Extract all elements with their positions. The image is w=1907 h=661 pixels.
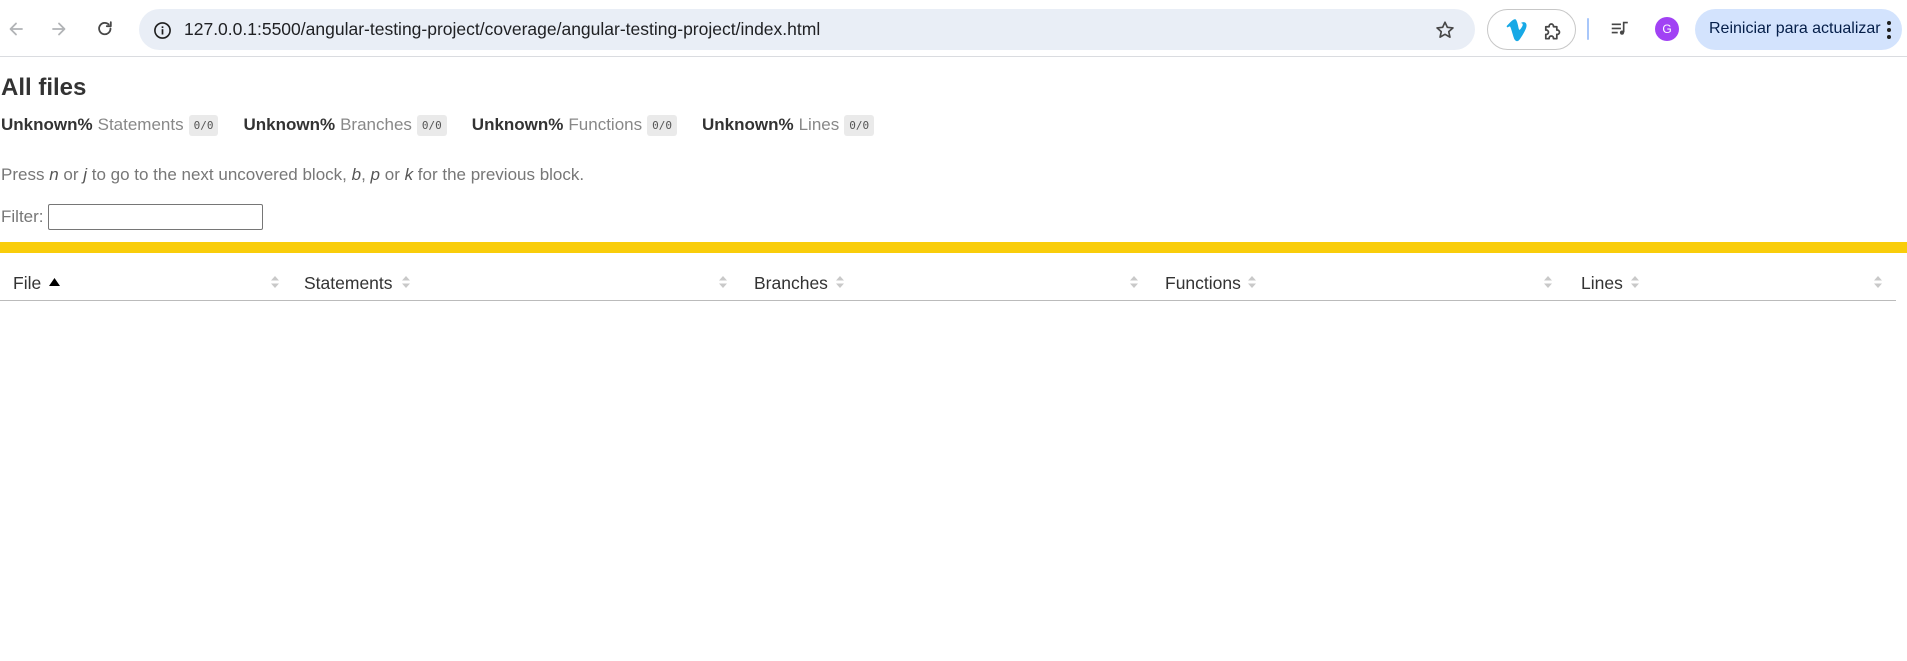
media-controls-button[interactable] (1607, 16, 1633, 42)
metric-branches: Unknown% Branches 0/0 (243, 114, 447, 136)
sort-icon (835, 274, 845, 290)
coverage-status-bar (0, 242, 1907, 253)
column-header-file[interactable]: File (0, 264, 290, 300)
vimeo-extension-button[interactable] (1503, 17, 1529, 43)
keyboard-hint: Press n or j to go to the next uncovered… (1, 165, 584, 185)
sort-ascending-icon (49, 278, 60, 286)
column-header-label: Statements (304, 273, 393, 293)
browser-menu-button[interactable] (1882, 19, 1896, 41)
column-header-functions[interactable]: Functions (1152, 264, 1566, 300)
media-queue-icon (1611, 21, 1628, 35)
puzzle-icon (1544, 22, 1560, 40)
metric-fraction: 0/0 (416, 114, 447, 136)
metric-percent: Unknown% (1, 115, 93, 134)
extensions-button[interactable] (1539, 18, 1565, 44)
metric-label: Branches (340, 115, 412, 134)
column-header-branches[interactable]: Branches (741, 264, 1151, 300)
site-info-button[interactable] (150, 18, 174, 42)
hint-key: b (351, 165, 362, 184)
extensions-group (1487, 9, 1576, 50)
info-circle-icon (153, 21, 171, 39)
star-icon (1436, 21, 1454, 38)
hint-key: k (404, 165, 414, 184)
filter-row: Filter: (1, 204, 263, 230)
back-button[interactable] (1, 14, 31, 44)
metric-percent: Unknown% (243, 115, 336, 134)
metric-fraction: 0/0 (647, 114, 677, 136)
column-header-label: File (13, 273, 42, 293)
restart-to-update-label: Reiniciar para actualizar (1709, 20, 1881, 37)
forward-button[interactable] (44, 14, 74, 44)
metric-fraction: 0/0 (188, 114, 219, 136)
avatar[interactable]: G (1655, 17, 1679, 41)
hint-key: n (49, 165, 59, 184)
metric-statements: Unknown% Statements 0/0 (1, 114, 219, 136)
sort-icon (1873, 274, 1883, 290)
column-header-label: Functions (1165, 273, 1241, 293)
coverage-summary: Unknown% Statements 0/0 Unknown% Branche… (1, 113, 899, 137)
column-header-lines[interactable]: Lines (1568, 264, 1896, 300)
reload-icon (98, 21, 112, 36)
metric-percent: Unknown% (471, 115, 564, 134)
filter-input[interactable] (47, 204, 263, 230)
metric-functions: Unknown% Functions 0/0 (471, 114, 677, 136)
filter-label: Filter: (1, 207, 44, 226)
sort-icon (1247, 274, 1257, 290)
kebab-icon (1887, 21, 1891, 39)
metric-label: Functions (568, 115, 643, 134)
hint-text: or (380, 165, 405, 184)
sort-icon (718, 274, 728, 290)
hint-text: to go to the next uncovered block, (87, 165, 352, 184)
sort-icon (270, 274, 280, 290)
page-title: All files (1, 74, 87, 101)
reload-button[interactable] (90, 14, 120, 44)
column-header-label: Branches (754, 273, 828, 293)
sort-icon (1630, 274, 1640, 290)
hint-text: , (361, 165, 371, 184)
metric-fraction: 0/0 (844, 114, 875, 136)
address-bar[interactable]: 127.0.0.1:5500/angular-testing-project/c… (139, 9, 1475, 50)
hint-text: or (58, 165, 84, 184)
sort-icon (401, 274, 411, 290)
sort-icon (1129, 274, 1139, 290)
coverage-table-header: File Statements Branches Functions Lines (0, 264, 1896, 301)
column-header-statements[interactable]: Statements (291, 264, 735, 300)
arrow-right-icon (52, 22, 66, 36)
bookmark-button[interactable] (1432, 17, 1458, 43)
metric-label: Statements (97, 115, 184, 134)
hint-text: for the previous block. (413, 165, 585, 184)
hint-key: p (370, 165, 381, 184)
coverage-report: All files Unknown% Statements 0/0 Unknow… (0, 58, 1907, 661)
restart-to-update-button[interactable]: Reiniciar para actualizar (1695, 9, 1902, 50)
arrow-left-icon (9, 22, 23, 36)
sort-icon (1543, 274, 1553, 290)
column-header-label: Lines (1581, 273, 1623, 293)
vimeo-icon (1506, 19, 1527, 42)
metric-lines: Unknown% Lines 0/0 (701, 114, 875, 136)
metric-label: Lines (798, 115, 840, 134)
toolbar-separator (1587, 18, 1589, 40)
url-text[interactable]: 127.0.0.1:5500/angular-testing-project/c… (184, 19, 820, 40)
hint-text: Press (1, 165, 50, 184)
browser-toolbar: 127.0.0.1:5500/angular-testing-project/c… (0, 0, 1907, 57)
metric-percent: Unknown% (701, 115, 794, 134)
